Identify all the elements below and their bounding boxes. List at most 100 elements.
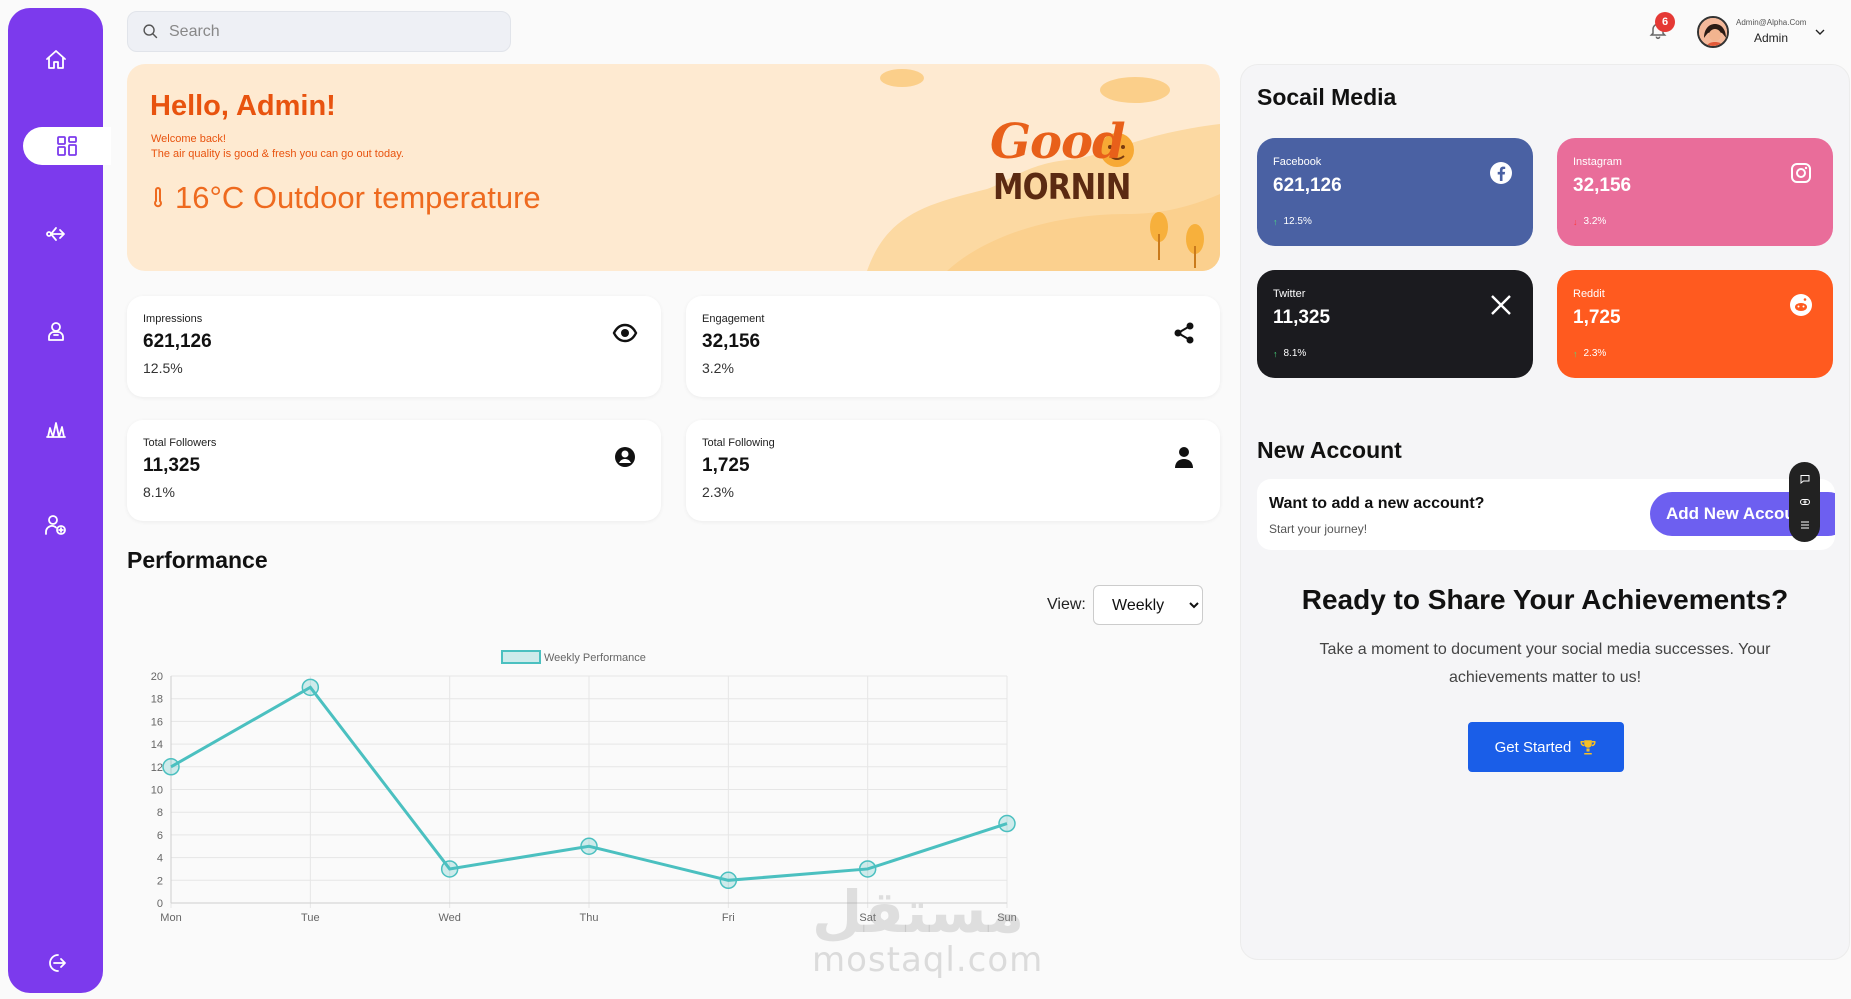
social-percent: ↑ 8.1% xyxy=(1273,348,1307,359)
data-point xyxy=(719,871,738,890)
social-card-instagram[interactable]: Instagram 32,156 ↓ 3.2% xyxy=(1557,138,1833,246)
arrow-up-icon: ↑ xyxy=(1273,348,1278,359)
crystals-icon xyxy=(45,422,66,438)
share-icon xyxy=(1171,320,1197,346)
search-input[interactable] xyxy=(169,22,469,41)
social-card-facebook[interactable]: Facebook 621,126 ↑ 12.5% xyxy=(1257,138,1533,246)
social-name: Reddit xyxy=(1573,288,1605,300)
x-icon xyxy=(1489,293,1513,317)
social-percent: ↑ 12.5% xyxy=(1273,216,1312,227)
y-tick-label: 4 xyxy=(157,853,163,865)
y-tick-label: 6 xyxy=(157,830,163,842)
new-account-question: Want to add a new account? xyxy=(1269,495,1485,512)
get-started-button[interactable]: Get Started xyxy=(1468,722,1624,772)
thermometer-icon xyxy=(154,187,162,208)
grid-icon xyxy=(57,136,77,156)
arrow-down-icon: ↓ xyxy=(1573,216,1578,227)
data-point xyxy=(440,860,459,878)
instagram-icon xyxy=(1789,161,1813,185)
list-icon[interactable] xyxy=(1799,519,1811,531)
social-value: 11,325 xyxy=(1273,307,1331,328)
chat-icon[interactable] xyxy=(1799,473,1811,485)
home-icon xyxy=(45,50,66,69)
chevron-down-icon xyxy=(1815,29,1825,35)
x-tick-label: Thu xyxy=(580,912,599,924)
sidebar-item-share[interactable] xyxy=(8,214,103,254)
search-bar[interactable] xyxy=(127,11,511,52)
floating-toolbar xyxy=(1789,462,1820,542)
person-icon xyxy=(1171,444,1197,470)
avatar[interactable] xyxy=(1697,16,1729,48)
social-value: 1,725 xyxy=(1573,307,1621,328)
social-percent: ↑ 2.3% xyxy=(1573,348,1607,359)
social-card-reddit[interactable]: Reddit 1,725 ↑ 2.3% xyxy=(1557,270,1833,378)
stat-value: 11,325 xyxy=(143,455,201,476)
y-tick-label: 14 xyxy=(151,739,163,751)
sidebar-item-logout[interactable] xyxy=(8,943,103,983)
sidebar-item-add-user[interactable] xyxy=(8,505,103,545)
user-name: Admin xyxy=(1754,31,1789,45)
y-tick-label: 18 xyxy=(151,694,163,706)
welcome-text: Welcome back! xyxy=(151,133,226,145)
view-select[interactable]: Weekly xyxy=(1093,585,1203,625)
user-icon xyxy=(47,322,64,341)
sidebar-item-home[interactable] xyxy=(8,40,103,80)
temperature-text: 16°C Outdoor temperature xyxy=(175,180,541,215)
stat-value: 621,126 xyxy=(143,331,212,352)
social-media-title: Socail Media xyxy=(1257,84,1397,110)
share-text: Take a moment to document your social me… xyxy=(1319,641,1771,686)
sidebar-item-user[interactable] xyxy=(8,311,103,351)
stat-percent: 3.2% xyxy=(702,360,734,376)
y-tick-label: 0 xyxy=(157,898,163,910)
data-point xyxy=(162,758,180,776)
performance-title: Performance xyxy=(127,547,268,573)
facebook-icon xyxy=(1489,161,1513,185)
stat-label: Total Followers xyxy=(143,437,217,449)
data-point xyxy=(998,814,1016,833)
legend-label: Weekly Performance xyxy=(544,652,646,664)
reddit-icon xyxy=(1789,293,1813,317)
new-account-title: New Account xyxy=(1257,437,1402,463)
chart-legend: Weekly Performance xyxy=(501,650,646,664)
user-email: Admin@Alpha.Com xyxy=(1736,18,1807,27)
data-point xyxy=(858,860,877,878)
social-percent: ↓ 3.2% xyxy=(1573,216,1607,227)
y-tick-label: 2 xyxy=(157,875,163,887)
stat-label: Total Following xyxy=(702,437,775,449)
stat-percent: 12.5% xyxy=(143,360,183,376)
sidebar-item-dashboard[interactable] xyxy=(23,127,111,165)
trophy-icon xyxy=(1580,740,1596,755)
social-value: 621,126 xyxy=(1273,175,1342,196)
stat-percent: 2.3% xyxy=(702,484,734,500)
air-quality-text: The air quality is good & fresh you can … xyxy=(151,148,404,160)
stat-card-engagement: Engagement 32,156 3.2% xyxy=(686,296,1220,397)
get-started-label: Get Started xyxy=(1494,738,1572,756)
x-tick-label: Wed xyxy=(438,912,460,924)
sidebar-item-crystals[interactable] xyxy=(8,408,103,448)
social-card-twitter[interactable]: Twitter 11,325 ↑ 8.1% xyxy=(1257,270,1533,378)
toggle-icon[interactable] xyxy=(1799,496,1811,508)
temperature: 16°C Outdoor temperature xyxy=(151,180,541,216)
stat-value: 32,156 xyxy=(702,331,761,352)
notification-badge: 6 xyxy=(1655,12,1675,32)
welcome-banner: Hello, Admin! Welcome back! The air qual… xyxy=(127,64,1220,271)
good-morning-word-2: MORNIN xyxy=(993,167,1131,208)
stat-card-following: Total Following 1,725 2.3% xyxy=(686,420,1220,521)
new-account-subtitle: Start your journey! xyxy=(1269,522,1368,536)
greeting-title: Hello, Admin! xyxy=(150,90,336,122)
stat-card-impressions: Impressions 621,126 12.5% xyxy=(127,296,661,397)
user-menu-toggle[interactable] xyxy=(1812,24,1828,40)
add-user-icon xyxy=(44,515,66,535)
share-title: Ready to Share Your Achievements? xyxy=(1301,584,1789,615)
arrow-up-icon: ↑ xyxy=(1573,348,1578,359)
eye-icon xyxy=(612,320,638,346)
new-account-card: Want to add a new account? Start your jo… xyxy=(1257,479,1835,550)
x-tick-label: Tue xyxy=(301,912,320,924)
y-tick-label: 12 xyxy=(151,762,163,774)
stat-value: 1,725 xyxy=(702,455,750,476)
y-tick-label: 10 xyxy=(151,785,163,797)
y-tick-label: 16 xyxy=(151,716,163,728)
data-point xyxy=(580,837,598,855)
social-name: Facebook xyxy=(1273,156,1322,168)
x-tick-label: Fri xyxy=(722,912,735,924)
